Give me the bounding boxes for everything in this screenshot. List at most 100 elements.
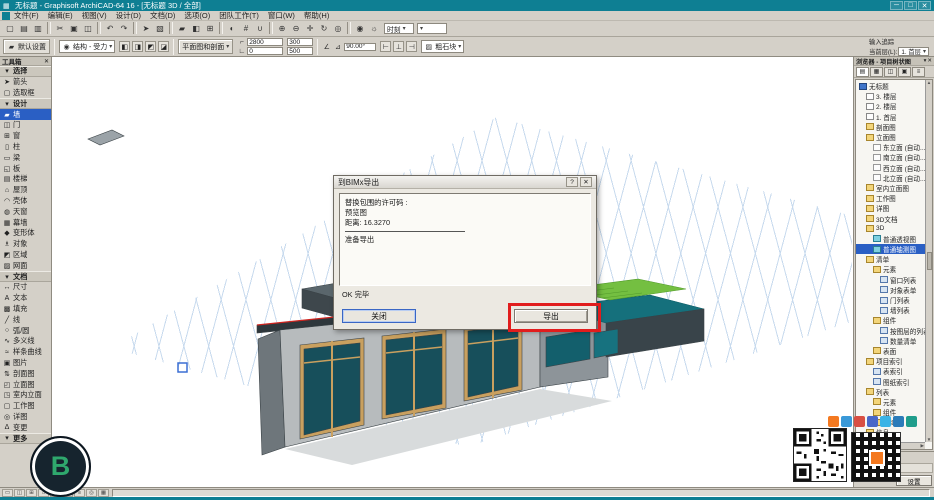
tree-item[interactable]: 窗口列表 [856, 275, 925, 285]
dialog-titlebar[interactable]: 到BIMx导出 ? ✕ [334, 176, 596, 189]
tree-item[interactable]: 3D [856, 224, 925, 234]
tree-item[interactable]: 对象表单 [856, 285, 925, 295]
toolbox-item[interactable]: ◱ 板 [0, 163, 51, 174]
tree-item[interactable]: 3D文档 [856, 213, 925, 223]
toolbox-item[interactable]: ▤ 楼梯 [0, 174, 51, 185]
toolbox-item[interactable]: ▣ 图片 [0, 358, 51, 369]
toolbox-item[interactable]: ♗ 对象 [0, 239, 51, 250]
statusbar-icon[interactable]: ◫ [14, 489, 25, 497]
statusbar-icon[interactable]: ⊞ [26, 489, 37, 497]
dialog-help-button[interactable]: ? [566, 177, 578, 187]
toolbar-icon[interactable] [133, 22, 137, 34]
toolbar-icon[interactable]: ▰ [175, 22, 189, 35]
wall-base-height-input[interactable] [247, 47, 283, 55]
menu-item[interactable]: 团队工作(T) [219, 10, 259, 21]
tree-item[interactable]: 列表 [856, 387, 925, 397]
navigator-header[interactable]: 浏览器 - 项目树状图 ▾✕ [854, 57, 934, 66]
toolbar-icon[interactable]: ↻ [317, 22, 331, 35]
statusbar-icon[interactable]: ▦ [98, 489, 109, 497]
toolbar-icon[interactable] [219, 22, 223, 34]
view-combo[interactable]: ▾ [417, 23, 447, 34]
toolbox-item[interactable]: ▾ 设计 [0, 98, 51, 109]
tree-item[interactable]: 表索引 [856, 366, 925, 376]
statusbar-icon[interactable]: ◎ [86, 489, 97, 497]
tree-item[interactable]: 元素 [856, 264, 925, 274]
toolbox-item[interactable]: ◩ 区域 [0, 250, 51, 261]
navigator-tab[interactable]: ≡ [912, 67, 925, 77]
tree-item[interactable]: 东立面 (自动... [856, 142, 925, 152]
toolbox-item[interactable]: ◆ 变形体 [0, 228, 51, 239]
structure-combo[interactable]: ◉ 结构 - 受力 ▾ [59, 40, 115, 53]
wall-top-offset-input[interactable] [287, 38, 313, 46]
surface-combo[interactable]: ▨ 粗石块 ▾ [421, 40, 464, 53]
geometry-method-icon[interactable]: ◪ [158, 41, 169, 52]
toolbar-icon[interactable]: ⊞ [203, 22, 217, 35]
navigator-header-icon[interactable]: ✕ [927, 58, 932, 64]
toolbar-icon[interactable]: ⊖ [289, 22, 303, 35]
default-settings-button[interactable]: ▰ 默认设置 [3, 39, 50, 54]
toolbar-icon[interactable]: ▢ [3, 22, 17, 35]
tree-item[interactable]: 表面 [856, 346, 925, 356]
statusbar-icon[interactable]: ▭ [2, 489, 13, 497]
time-combo[interactable]: 时刻 ▾ [384, 23, 414, 34]
tree-vertical-scrollbar[interactable]: ▲▼ [925, 80, 932, 442]
dialog-close-icon[interactable]: ✕ [580, 177, 592, 187]
navigator-header-icon[interactable]: ▾ [924, 58, 927, 64]
toolbar-icon[interactable]: ↶ [103, 22, 117, 35]
toolbar-icon[interactable]: ✛ [303, 22, 317, 35]
geometry-method-icon[interactable]: ◧ [119, 41, 130, 52]
tree-item[interactable]: 普通透视图 [856, 234, 925, 244]
toolbox-item[interactable]: ⊞ 窗 [0, 131, 51, 142]
toolbox-item[interactable]: ▩ 填充 [0, 304, 51, 315]
toolbox-item[interactable]: ◠ 壳体 [0, 196, 51, 207]
toolbox-item[interactable]: ▰ 墙 [0, 109, 51, 120]
tree-item[interactable]: 墙列表 [856, 305, 925, 315]
toolbox-item[interactable]: ▦ 幕墙 [0, 217, 51, 228]
toolbox-item[interactable]: ▾ 文档 [0, 271, 51, 282]
menu-item[interactable]: 窗口(W) [268, 10, 295, 21]
close-icon[interactable]: ✕ [44, 58, 49, 65]
menu-item[interactable]: 编辑(E) [48, 10, 73, 21]
tree-item[interactable]: 图纸索引 [856, 376, 925, 386]
navigator-tab[interactable]: ▤ [856, 67, 869, 77]
tree-item[interactable]: 室内立面图 [856, 183, 925, 193]
toolbox-item[interactable]: ≈ 样条曲线 [0, 347, 51, 358]
toolbox-item[interactable]: ⇅ 剖面图 [0, 368, 51, 379]
tree-item[interactable]: 1. 首层 [856, 112, 925, 122]
toolbar-icon[interactable]: ▧ [153, 22, 167, 35]
toolbar-icon[interactable]: ⊕ [275, 22, 289, 35]
tree-item[interactable]: 西立面 (自动... [856, 163, 925, 173]
toolbox-item[interactable]: ▢ 工作图 [0, 401, 51, 412]
close-button[interactable]: ✕ [918, 1, 931, 10]
toolbar-icon[interactable]: ◉ [353, 22, 367, 35]
wall-base-offset-input[interactable] [287, 47, 313, 55]
toolbar-icon[interactable]: # [239, 22, 253, 35]
toolbox-item[interactable]: ∿ 多义线 [0, 336, 51, 347]
toolbox-item[interactable]: ➤ 箭头 [0, 77, 51, 88]
tree-item[interactable]: 北立面 (自动... [856, 173, 925, 183]
tree-item[interactable]: 项目索引 [856, 356, 925, 366]
toolbar-icon[interactable]: ∪ [253, 22, 267, 35]
toolbox-item[interactable]: ▭ 梁 [0, 152, 51, 163]
toolbox-item[interactable]: ⌂ 屋顶 [0, 185, 51, 196]
tree-item[interactable]: 南立面 (自动... [856, 152, 925, 162]
toolbox-item[interactable]: ◎ 详图 [0, 412, 51, 423]
toolbox-item[interactable]: ▾ 选择 [0, 66, 51, 77]
alignment-icon[interactable]: ⊥ [393, 41, 404, 52]
tree-item[interactable]: 数量清单 [856, 336, 925, 346]
toolbar-icon[interactable] [47, 22, 51, 34]
toolbox-item[interactable]: ◍ 天窗 [0, 206, 51, 217]
toolbox-item[interactable]: ◳ 室内立面 [0, 390, 51, 401]
tree-item[interactable]: 详图 [856, 203, 925, 213]
tree-item[interactable]: 无标题 [856, 81, 925, 91]
alignment-icon[interactable]: ⊣ [406, 41, 417, 52]
current-layer-combo[interactable]: 1. 首层 ▾ [898, 47, 929, 56]
geometry-method-icon[interactable]: ◨ [132, 41, 143, 52]
toolbox-item[interactable]: ▯ 柱 [0, 142, 51, 153]
toolbox-item[interactable]: Δ 变更 [0, 422, 51, 433]
tree-item[interactable]: 剖面图 [856, 122, 925, 132]
tree-item[interactable]: 清单 [856, 254, 925, 264]
toolbox-item[interactable]: ╱ 线 [0, 314, 51, 325]
toolbar-icon[interactable]: ➤ [139, 22, 153, 35]
minimize-button[interactable]: ─ [890, 1, 903, 10]
